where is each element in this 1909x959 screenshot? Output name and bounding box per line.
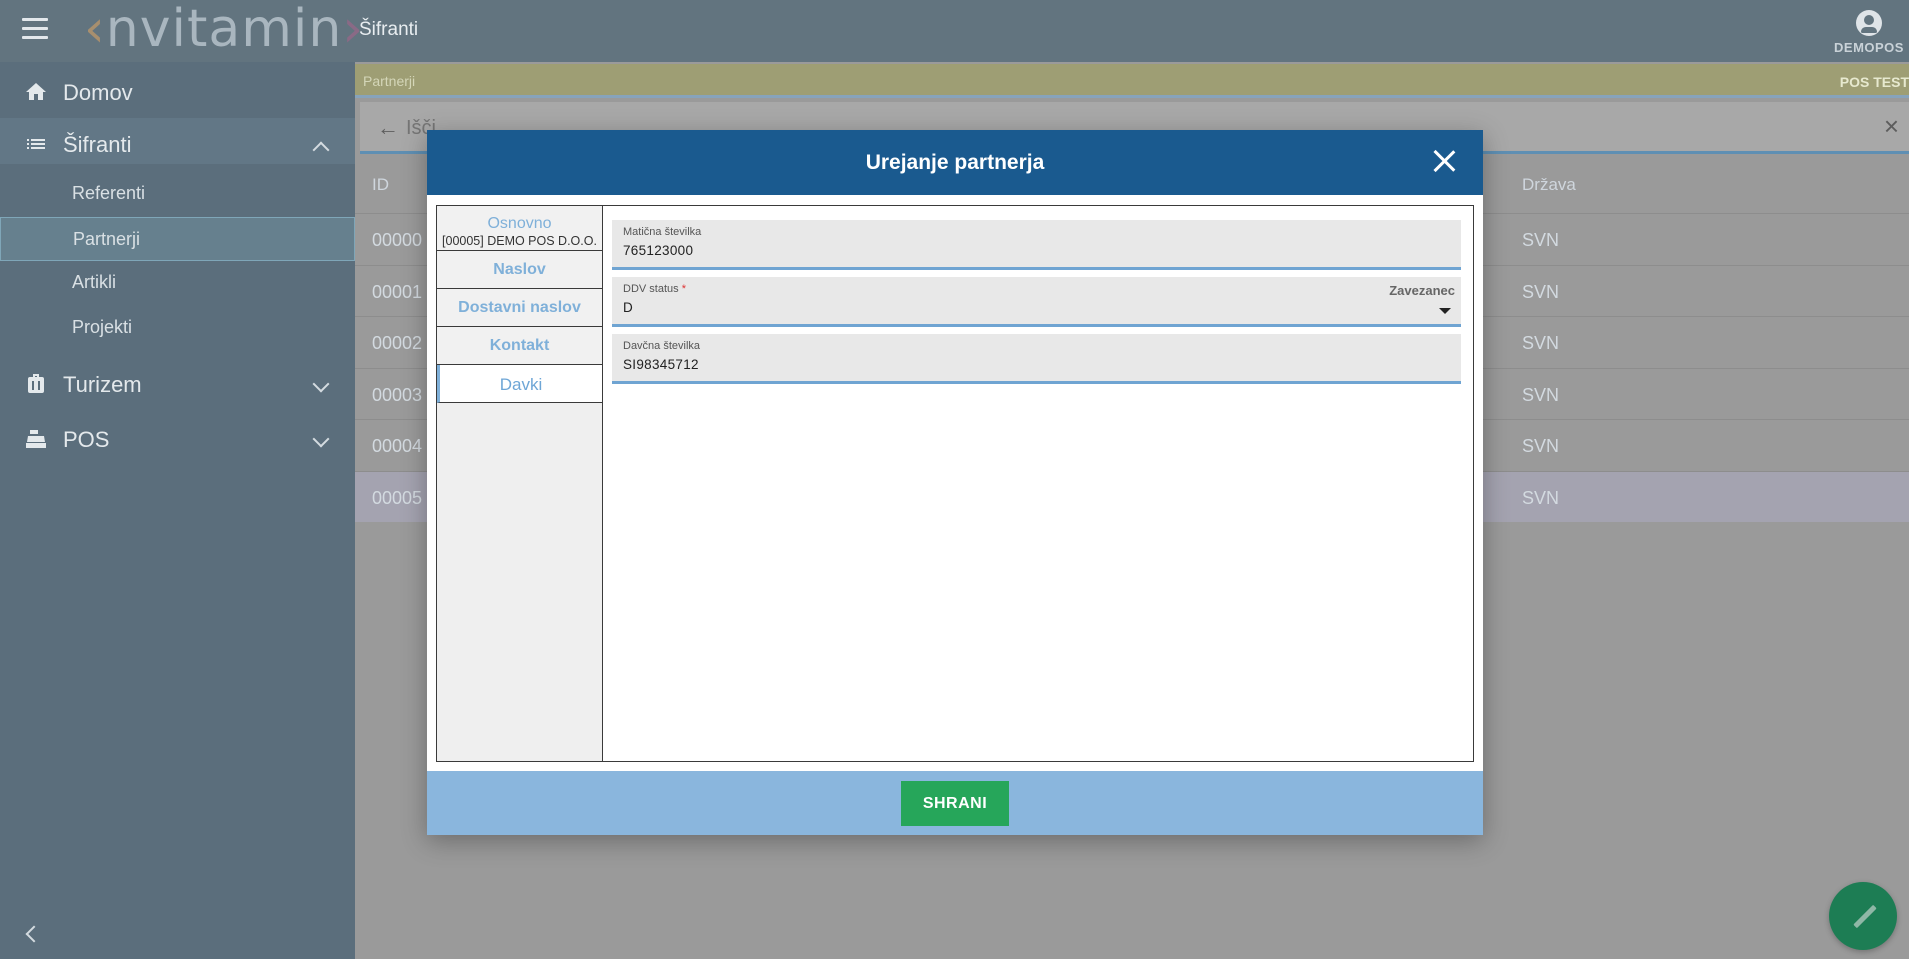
required-mark: * [681,283,686,295]
sidebar: Domov Šifranti Referenti Partnerji Artik… [0,62,355,959]
logo-text: nvitamin [105,0,343,59]
sidebar-subitem-label: Partnerji [73,229,141,249]
davcna-stevilka-field[interactable]: Davčna številka SI98345712 [612,334,1461,384]
field-value: 765123000 [623,243,694,258]
sidebar-item-pos[interactable]: POS [0,413,355,465]
sidebar-subitem-label: Referenti [72,183,146,203]
tab-davki[interactable]: Davki [437,365,602,403]
dialog-header: Urejanje partnerja [427,130,1483,195]
clear-search-icon[interactable]: × [1884,112,1899,140]
breadcrumb-strip: Partnerji POS TEST [355,64,1909,98]
field-label: DDV status * [623,283,686,295]
ddv-status-description: Zavezanec [1389,283,1455,298]
tab-naslov[interactable]: Naslov [437,251,602,289]
user-name: DEMOPOS [1834,40,1904,55]
page-title: Šifranti [359,19,419,40]
sidebar-subitem-projekti[interactable]: Projekti [0,306,355,350]
dropdown-arrow-icon[interactable] [1439,308,1451,314]
top-bar: ‹nvitamin› Šifranti DEMOPOS [0,0,1909,62]
tab-label: Osnovno [487,215,552,232]
edit-fab-button[interactable] [1829,882,1897,950]
tab-content-davki: Matična številka 765123000 DDV status * … [612,220,1461,391]
sidebar-item-domov[interactable]: Domov [0,66,355,118]
sidebar-subitem-partnerji[interactable]: Partnerji [0,217,355,261]
chevron-down-icon[interactable] [312,430,330,448]
row-id: 00000 [372,230,423,250]
column-header-country[interactable]: Država [1522,175,1576,195]
cash-register-icon [26,430,46,448]
sidebar-subitem-label: Projekti [72,317,133,337]
row-country: SVN [1522,436,1560,456]
list-icon [27,139,45,149]
field-value: SI98345712 [623,357,699,372]
tab-label: Davki [499,375,543,394]
sidebar-item-sifranti[interactable]: Šifranti [0,118,355,170]
dialog-footer: SHRANI [427,771,1483,835]
tab-label: Naslov [493,261,546,278]
row-country: SVN [1522,230,1560,250]
field-value: D [623,300,634,315]
dialog-title: Urejanje partnerja [865,151,1045,174]
tab-sublabel: [00005] DEMO POS D.O.O. [442,234,597,248]
sidebar-item-turizem[interactable]: Turizem [0,358,355,410]
collapse-sidebar-icon[interactable] [25,925,43,943]
maticna-stevilka-field[interactable]: Matična številka 765123000 [612,220,1461,270]
tab-dostavni-naslov[interactable]: Dostavni naslov [437,289,602,327]
chevron-up-icon[interactable] [312,141,330,159]
logo: ‹nvitamin› [84,0,365,59]
tab-label: Dostavni naslov [458,299,581,316]
chevron-down-icon[interactable] [312,375,330,393]
dialog-tabs: Osnovno [00005] DEMO POS D.O.O. Naslov D… [437,206,603,761]
pencil-icon [1853,904,1877,929]
tab-label: Kontakt [489,337,550,354]
sidebar-item-label: POS [63,427,110,452]
sidebar-item-label: Turizem [63,372,142,397]
account-icon[interactable] [1856,10,1882,36]
tab-osnovno[interactable]: Osnovno [00005] DEMO POS D.O.O. [437,206,602,251]
row-country: SVN [1522,487,1560,508]
dialog-body: Osnovno [00005] DEMO POS D.O.O. Naslov D… [436,205,1474,762]
field-label: Davčna številka [623,340,701,352]
save-button[interactable]: SHRANI [901,781,1009,826]
luggage-icon [28,374,44,393]
field-label: Matična številka [623,226,702,238]
row-id: 00003 [372,384,423,405]
breadcrumb: Partnerji [363,73,416,89]
row-id: 00005 [372,487,423,508]
sidebar-item-label: Šifranti [63,132,132,157]
column-header-id[interactable]: ID [372,175,389,195]
row-country: SVN [1522,333,1560,353]
row-id: 00004 [372,436,423,456]
row-id: 00001 [372,281,423,302]
row-country: SVN [1522,384,1560,405]
sidebar-subitem-referenti[interactable]: Referenti [0,172,355,216]
row-id: 00002 [372,333,423,353]
row-country: SVN [1522,281,1560,302]
close-icon[interactable] [1433,150,1455,172]
ddv-status-select[interactable]: DDV status * Zavezanec D [612,277,1461,327]
sidebar-subitem-artikli[interactable]: Artikli [0,261,355,305]
field-label-text: DDV status [623,283,679,295]
sidebar-subitem-label: Artikli [72,272,116,292]
sidebar-item-label: Domov [63,80,133,105]
arrow-back-icon[interactable]: ← [377,117,399,139]
home-icon [26,83,46,100]
user-menu[interactable]: DEMOPOS [1829,10,1909,55]
environment-badge: POS TEST [1839,74,1909,90]
tab-kontakt[interactable]: Kontakt [437,327,602,365]
edit-partner-dialog: Urejanje partnerja Osnovno [00005] DEMO … [427,130,1483,835]
menu-icon[interactable] [22,18,48,40]
